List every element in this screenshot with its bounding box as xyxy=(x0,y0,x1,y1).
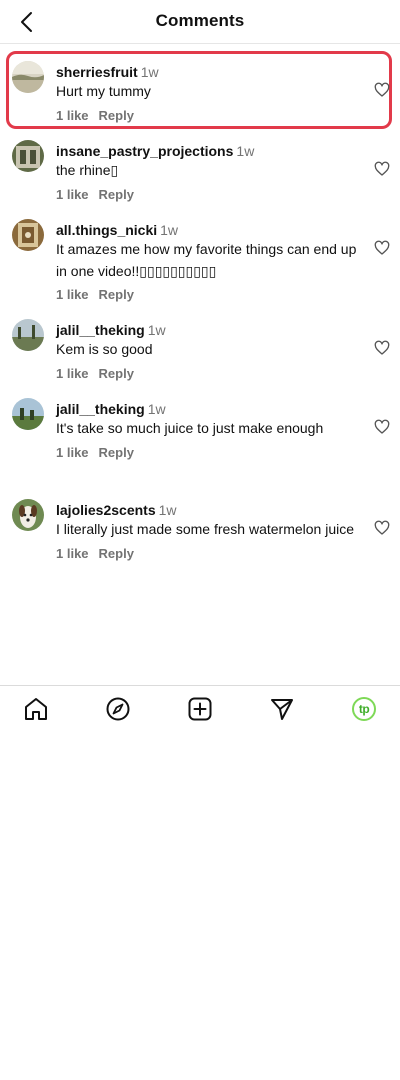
header: Comments xyxy=(0,0,400,44)
comment-text: It amazes me how my favorite things can … xyxy=(56,241,357,279)
reply-button[interactable]: Reply xyxy=(99,366,134,381)
comment-actions: 1 like Reply xyxy=(56,108,360,124)
explore-compass-icon xyxy=(106,697,130,721)
like-count[interactable]: 1 like xyxy=(56,445,89,460)
heart-icon[interactable] xyxy=(374,340,390,356)
comment-username[interactable]: insane_pastry_projections xyxy=(56,143,233,159)
comment-actions: 1 like Reply xyxy=(56,546,360,562)
comment-time: 1w xyxy=(236,143,255,159)
like-count[interactable]: 1 like xyxy=(56,366,89,381)
bottom-nav: tp xyxy=(0,685,400,731)
comment-actions: 1 like Reply xyxy=(56,366,360,382)
avatar[interactable] xyxy=(12,61,44,93)
comment-text: It's take so much juice to just make eno… xyxy=(56,420,324,436)
avatar[interactable] xyxy=(12,140,44,172)
comment-text: Hurt my tummy xyxy=(56,83,151,99)
comment-text: the rhine▯ xyxy=(56,162,119,178)
heart-icon[interactable] xyxy=(374,161,390,177)
comment-item: jalil__theking 1w It's take so much juice… xyxy=(0,381,400,482)
comment-actions: 1 like Reply xyxy=(56,445,360,461)
comment-username[interactable]: jalil__theking xyxy=(56,322,145,338)
like-count[interactable]: 1 like xyxy=(56,187,89,202)
like-count[interactable]: 1 like xyxy=(56,546,89,561)
like-count[interactable]: 1 like xyxy=(56,108,89,123)
comment-item: insane_pastry_projections 1w the rhine▯ 1… xyxy=(0,123,400,202)
home-icon xyxy=(25,698,47,720)
reply-button[interactable]: Reply xyxy=(99,187,134,202)
comment-item: jalil__theking 1w Kem is so good 1 like Re… xyxy=(0,302,400,381)
create-plus-icon xyxy=(188,697,212,721)
nav-direct[interactable] xyxy=(268,695,296,723)
nav-home[interactable] xyxy=(22,695,50,723)
avatar[interactable] xyxy=(12,219,44,251)
direct-send-icon xyxy=(271,699,293,720)
avatar[interactable] xyxy=(12,319,44,351)
comment-time: 1w xyxy=(147,322,166,338)
comment-text: I literally just made some fresh waterme… xyxy=(56,521,355,537)
comment-item: sherriesfruit 1w Hurt my tummy 1 like Repl… xyxy=(0,44,400,129)
comment-item: all.things_nicki 1w It amazes me how my f… xyxy=(0,202,400,302)
comment-actions: 1 like Reply xyxy=(56,287,360,303)
comment-time: 1w xyxy=(160,222,179,238)
page-title: Comments xyxy=(155,11,245,30)
heart-icon[interactable] xyxy=(374,240,390,256)
heart-icon[interactable] xyxy=(374,82,390,98)
comment-username[interactable]: sherriesfruit xyxy=(56,64,138,80)
heart-icon[interactable] xyxy=(374,419,390,435)
avatar[interactable] xyxy=(12,398,44,430)
reply-button[interactable]: Reply xyxy=(99,108,134,123)
comment-text: Kem is so good xyxy=(56,341,153,357)
nav-profile[interactable]: tp xyxy=(350,695,378,723)
reply-button[interactable]: Reply xyxy=(99,546,134,561)
comment-time: 1w xyxy=(147,401,166,417)
reply-button[interactable]: Reply xyxy=(99,445,134,460)
comment-username[interactable]: jalil__theking xyxy=(56,401,145,417)
comment-actions: 1 like Reply xyxy=(56,187,360,203)
comment-time: 1w xyxy=(158,502,177,518)
comment-item: lajolies2scents 1w I literally just made … xyxy=(0,482,400,582)
comment-username[interactable]: all.things_nicki xyxy=(56,222,157,238)
comments-list: sherriesfruit 1w Hurt my tummy 1 like Repl… xyxy=(0,44,400,582)
reply-button[interactable]: Reply xyxy=(99,287,134,302)
avatar[interactable] xyxy=(12,499,44,531)
nav-explore[interactable] xyxy=(104,695,132,723)
profile-avatar: tp xyxy=(352,697,376,721)
like-count[interactable]: 1 like xyxy=(56,287,89,302)
nav-create[interactable] xyxy=(186,695,214,723)
comment-username[interactable]: lajolies2scents xyxy=(56,502,156,518)
heart-icon[interactable] xyxy=(374,520,390,536)
comment-time: 1w xyxy=(140,64,159,80)
